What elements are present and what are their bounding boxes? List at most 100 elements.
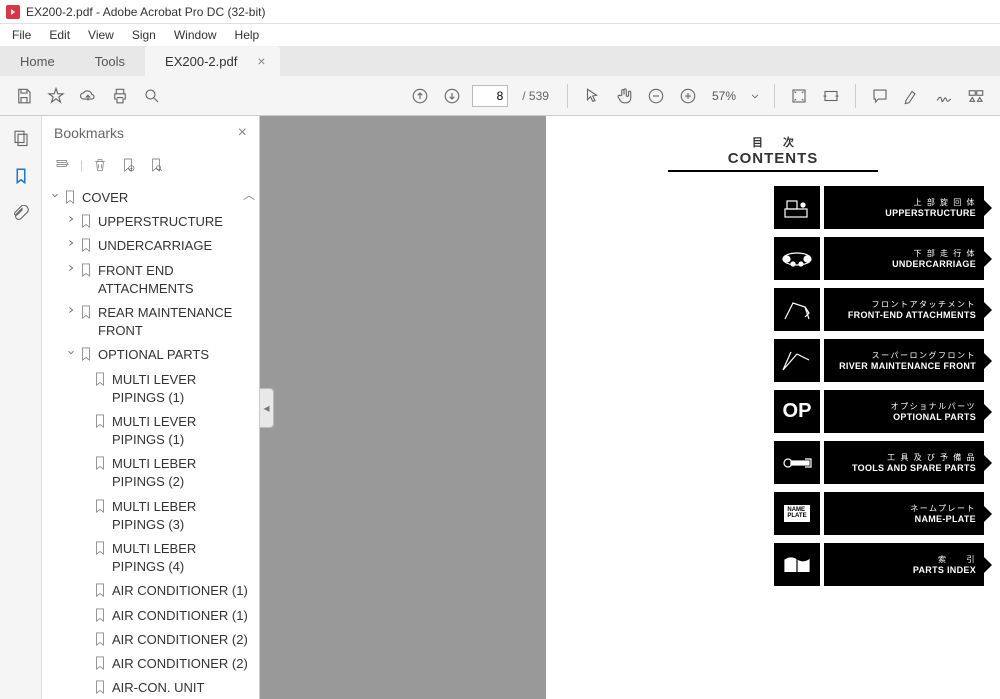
chevron-down-icon[interactable]: [48, 190, 62, 200]
menu-window[interactable]: Window: [166, 26, 225, 44]
fit-page-icon[interactable]: [787, 84, 811, 108]
page-number-input[interactable]: [472, 85, 508, 107]
bm-delete-icon[interactable]: [89, 154, 111, 176]
contents-row[interactable]: 下 部 走 行 体UNDERCARRIAGE: [774, 237, 984, 280]
titlebar: EX200-2.pdf - Adobe Acrobat Pro DC (32-b…: [0, 0, 1000, 24]
page-total: / 539: [516, 89, 555, 103]
section-icon: [774, 186, 820, 229]
section-en: TOOLS AND SPARE PARTS: [852, 463, 976, 473]
contents-title-jp: 目次: [668, 134, 878, 150]
menubar: File Edit View Sign Window Help: [0, 24, 1000, 46]
contents-row[interactable]: 索 引PARTS INDEX: [774, 543, 984, 586]
star-icon[interactable]: [44, 84, 68, 108]
section-icon: [774, 441, 820, 484]
section-en: UNDERCARRIAGE: [892, 259, 976, 269]
bookmarks-icon[interactable]: [7, 162, 35, 190]
toolbar: / 539 57%: [0, 76, 1000, 116]
section-bar: オプショナルパーツOPTIONAL PARTS: [824, 390, 984, 433]
bm-child[interactable]: MULTI LEBER PIPINGS (3): [48, 495, 253, 537]
page-down-icon[interactable]: [440, 84, 464, 108]
chevron-down-icon[interactable]: [748, 84, 762, 108]
hand-icon[interactable]: [612, 84, 636, 108]
comment-icon[interactable]: [868, 84, 892, 108]
bookmark-icon: [92, 414, 108, 428]
close-panel-icon[interactable]: ×: [238, 124, 247, 142]
bm-cover[interactable]: COVER: [48, 186, 253, 210]
collapse-handle-icon[interactable]: ◂: [260, 388, 274, 428]
section-en: FRONT-END ATTACHMENTS: [848, 310, 976, 320]
page-area[interactable]: ◂ 目次 CONTENTS 上 部 旋 回 体UPPERSTRUCTURE下 部…: [260, 116, 1000, 699]
bookmark-icon: [92, 583, 108, 597]
thumbnails-icon[interactable]: [7, 124, 35, 152]
bm-child[interactable]: MULTI LEBER PIPINGS (4): [48, 537, 253, 579]
attachments-icon[interactable]: [7, 200, 35, 228]
search-icon[interactable]: [140, 84, 164, 108]
bm-child[interactable]: MULTI LEVER PIPINGS (1): [48, 368, 253, 410]
section-bar: 下 部 走 行 体UNDERCARRIAGE: [824, 237, 984, 280]
bm-child[interactable]: AIR CONDITIONER (1): [48, 604, 253, 628]
fit-width-icon[interactable]: [819, 84, 843, 108]
bookmark-icon: [92, 680, 108, 694]
chevron-down-icon[interactable]: [64, 347, 78, 357]
bm-child[interactable]: MULTI LEVER PIPINGS (1): [48, 410, 253, 452]
tab-document[interactable]: EX200-2.pdf ×: [145, 46, 279, 76]
contents-row[interactable]: 工 具 及 び 予 備 品TOOLS AND SPARE PARTS: [774, 441, 984, 484]
contents-row[interactable]: フロントアタッチメントFRONT-END ATTACHMENTS: [774, 288, 984, 331]
contents-row[interactable]: NAMEPLATEネームプレートNAME-PLATE: [774, 492, 984, 535]
chevron-right-icon[interactable]: [64, 214, 78, 224]
bm-label: MULTI LEVER PIPINGS (1): [112, 413, 251, 449]
bookmark-icon: [78, 238, 94, 252]
chevron-right-icon[interactable]: [64, 263, 78, 273]
bookmark-tree[interactable]: ︿ COVER UPPERSTRUCTURE UNDERCARRIAGE: [42, 184, 259, 699]
close-icon[interactable]: ×: [257, 53, 265, 69]
menu-help[interactable]: Help: [227, 26, 268, 44]
sign-icon[interactable]: [932, 84, 956, 108]
page-up-icon[interactable]: [408, 84, 432, 108]
bm-options-icon[interactable]: [52, 154, 74, 176]
bm-front[interactable]: FRONT END ATTACHMENTS: [48, 259, 253, 301]
cloud-icon[interactable]: [76, 84, 100, 108]
zoom-level[interactable]: 57%: [708, 89, 740, 103]
menu-edit[interactable]: Edit: [41, 26, 78, 44]
app-icon: [6, 5, 20, 19]
window-title: EX200-2.pdf - Adobe Acrobat Pro DC (32-b…: [26, 5, 265, 19]
section-en: UPPERSTRUCTURE: [885, 208, 976, 218]
contents-row[interactable]: スーパーロングフロントRIVER MAINTENANCE FRONT: [774, 339, 984, 382]
bm-label: AIR CONDITIONER (1): [112, 607, 251, 625]
bm-find-icon[interactable]: [145, 154, 167, 176]
print-icon[interactable]: [108, 84, 132, 108]
section-bar: フロントアタッチメントFRONT-END ATTACHMENTS: [824, 288, 984, 331]
panel-title: Bookmarks: [54, 125, 124, 141]
zoom-in-icon[interactable]: [676, 84, 700, 108]
chevron-right-icon[interactable]: [64, 238, 78, 248]
bm-label: AIR CONDITIONER (2): [112, 631, 251, 649]
bm-child[interactable]: AIR CONDITIONER (2): [48, 628, 253, 652]
highlight-icon[interactable]: [900, 84, 924, 108]
bm-child[interactable]: AIR CONDITIONER (1): [48, 579, 253, 603]
bm-child[interactable]: AIR CONDITIONER (2): [48, 652, 253, 676]
bm-optional[interactable]: OPTIONAL PARTS: [48, 343, 253, 367]
bm-child[interactable]: MULTI LEBER PIPINGS (2): [48, 452, 253, 494]
bm-new-icon[interactable]: [117, 154, 139, 176]
pointer-icon[interactable]: [580, 84, 604, 108]
save-icon[interactable]: [12, 84, 36, 108]
more-icon[interactable]: [964, 84, 988, 108]
menu-file[interactable]: File: [4, 26, 39, 44]
current-page: 目次 CONTENTS 上 部 旋 回 体UPPERSTRUCTURE下 部 走…: [546, 116, 1000, 699]
section-jp: 下 部 走 行 体: [914, 248, 976, 259]
bm-rear[interactable]: REAR MAINTENANCE FRONT: [48, 301, 253, 343]
scroll-up-icon[interactable]: ︿: [243, 186, 255, 203]
menu-view[interactable]: View: [80, 26, 122, 44]
bm-label: AIR-CON. UNIT: [112, 679, 251, 697]
chevron-right-icon[interactable]: [64, 305, 78, 315]
contents-row[interactable]: OPオプショナルパーツOPTIONAL PARTS: [774, 390, 984, 433]
zoom-out-icon[interactable]: [644, 84, 668, 108]
nav-rail: [0, 116, 42, 699]
tab-home[interactable]: Home: [0, 47, 75, 76]
bm-under[interactable]: UNDERCARRIAGE: [48, 234, 253, 258]
contents-row[interactable]: 上 部 旋 回 体UPPERSTRUCTURE: [774, 186, 984, 229]
menu-sign[interactable]: Sign: [124, 26, 164, 44]
tab-tools[interactable]: Tools: [75, 47, 145, 76]
bm-child[interactable]: AIR-CON. UNIT: [48, 676, 253, 699]
bm-upper[interactable]: UPPERSTRUCTURE: [48, 210, 253, 234]
